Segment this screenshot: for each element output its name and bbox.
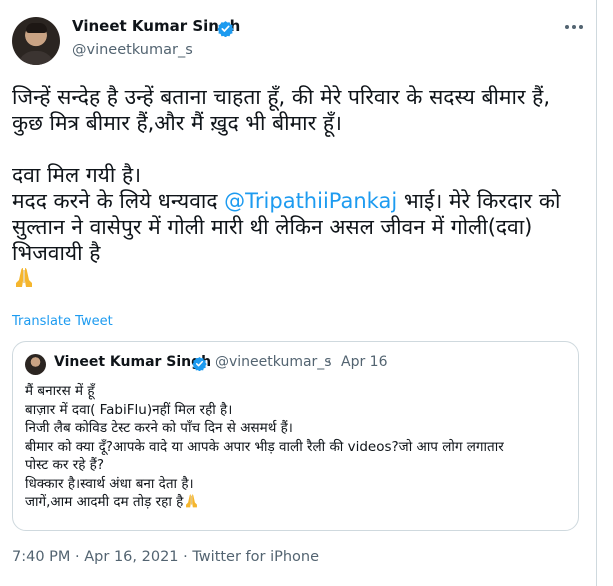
quoted-line: पोस्ट कर रहे हैं? (25, 457, 105, 473)
author-avatar[interactable] (12, 17, 60, 65)
tweet-line: सुल्तान ने वासेपुर में गोली मारी थी लेकि… (12, 215, 533, 239)
quoted-line: बीमार को क्या दूँ?आपके वादे या आपके अपार… (25, 438, 504, 455)
tweet-line: भिजवायी है (12, 241, 101, 265)
quoted-tweet-card[interactable]: Vineet Kumar Singh @vineetkumar_s · Apr … (12, 341, 579, 531)
quoted-line: निजी लैब कोविड टेस्ट करने को पाँच दिन से… (25, 420, 293, 436)
folded-hands-emoji-icon (16, 268, 32, 287)
quoted-line-last: जागें,आम आदमी दम तोड़ रहा है (25, 493, 575, 512)
quoted-line: धिक्कार है।स्वार्थ अंधा बना देता है। (25, 475, 194, 492)
page-edge (596, 0, 597, 586)
tweet-line: जिन्हें सन्देह है उन्हें बताना चाहता हूँ… (12, 85, 550, 109)
author-handle[interactable]: @vineetkumar_s (72, 42, 193, 58)
tweet-timestamp[interactable]: 7:40 PM · Apr 16, 2021 · Twitter for iPh… (12, 549, 319, 565)
separator-dot: · (327, 354, 332, 370)
tweet-text: जिन्हें सन्देह है उन्हें बताना चाहता हूँ… (12, 84, 592, 294)
translate-tweet-link[interactable]: Translate Tweet (12, 314, 113, 329)
verified-badge-icon (192, 356, 207, 371)
more-options-icon[interactable] (564, 24, 584, 30)
author-name[interactable]: Vineet Kumar Singh (72, 17, 240, 35)
quoted-line: जागें,आम आदमी दम तोड़ रहा है (25, 494, 184, 510)
tweet-line-with-mention: मदद करने के लिये धन्यवाद @TripathiiPanka… (12, 188, 592, 214)
quoted-tweet-text: मैं बनारस में हूँ बाज़ार में दवा( FabiFl… (25, 382, 575, 512)
quoted-line: मैं बनारस में हूँ (25, 383, 95, 399)
mention-link[interactable]: @TripathiiPankaj (224, 189, 397, 213)
quoted-author-avatar (25, 354, 46, 375)
folded-hands-emoji-icon (186, 494, 198, 508)
tweet-line-part: भाई। मेरे किरदार को (397, 189, 561, 213)
quoted-date: Apr 16 (341, 354, 388, 370)
quoted-author-name: Vineet Kumar Singh (54, 354, 212, 370)
tweet-emoji-line (12, 266, 592, 294)
tweet-line: दवा मिल गयी है। (12, 163, 142, 187)
quoted-line: बाज़ार में दवा( FabiFlu)नहीं मिल रही है। (25, 401, 233, 418)
quoted-author-handle: @vineetkumar_s (215, 354, 332, 370)
verified-badge-icon (217, 21, 234, 37)
tweet-line-part: मदद करने के लिये धन्यवाद (12, 189, 225, 213)
tweet-line: कुछ मित्र बीमार हैं,और मैं ख़ुद भी बीमार… (12, 111, 342, 135)
